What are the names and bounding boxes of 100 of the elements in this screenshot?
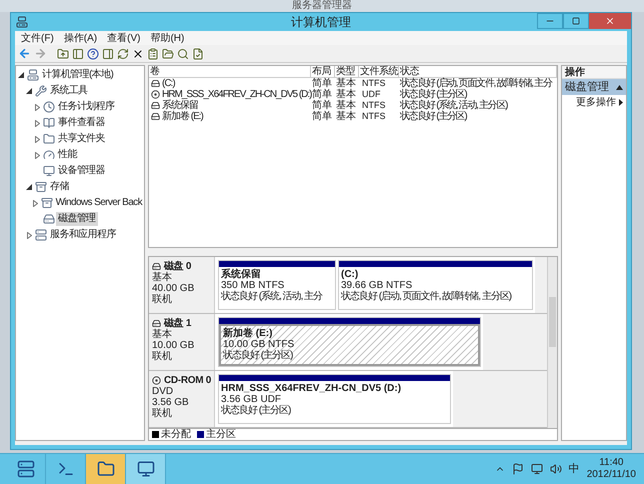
menu-item[interactable]: 查看(V) (103, 32, 144, 44)
collapse-arrow-icon[interactable] (18, 72, 24, 78)
back-arrow-icon[interactable] (18, 47, 31, 60)
volume-row[interactable]: 系统保留 简单 基本 NTFS 状态良好 (系统, 活动, 主分区) (149, 100, 557, 111)
monitor-icon (43, 165, 55, 177)
tree-item[interactable]: 系统工具 (48, 84, 90, 98)
volume-row[interactable]: (C:) 简单 基本 NTFS 状态良好 (启动, 页面文件, 故障转储, 主分 (149, 78, 557, 89)
table-cell-text: 基本 (335, 89, 357, 100)
disk-size: 40.00 GB (152, 283, 196, 294)
tree-item[interactable]: 计算机管理(本地) (40, 68, 116, 82)
volume-row[interactable]: 新加卷 (E:) 简单 基本 NTFS 状态良好 (主分区) (149, 111, 557, 122)
partition-block[interactable]: (C:) 39.66 GB NTFS 状态良好 (启动, 页面文件, 故障转储, 主分区) (338, 260, 533, 310)
expand-arrow-icon[interactable] (34, 120, 40, 126)
submenu-arrow-icon (619, 98, 623, 106)
disk-name: CD-ROM 0 (164, 375, 211, 386)
flag-icon[interactable] (512, 463, 524, 475)
tree-item[interactable]: 事件查看器 (56, 116, 108, 130)
table-cell-text: NTFS (361, 111, 386, 122)
partition-status: 状态良好 (主分区) (221, 405, 290, 416)
disk-status: 联机 (152, 351, 173, 362)
volume-row[interactable]: HRM_SSS_X64FREV_ZH-CN_DV5 (D:)简单 基本 UDF 状态良好 (主分区) (149, 89, 557, 100)
clock-icon (43, 101, 55, 113)
table-cell-text: 状态良好 (主分区) (399, 111, 468, 122)
folder-icon[interactable] (162, 48, 174, 60)
taskbar-button[interactable] (86, 454, 126, 484)
clock-time[interactable]: 11:40 (599, 457, 624, 469)
close-icon[interactable] (132, 48, 144, 60)
partition-block[interactable]: HRM_SSS_X64FREV_ZH-CN_DV5 (D:) 3.56 GB UDF 状态良好 (主分区) (218, 374, 451, 424)
partition-name: (C:) (341, 269, 360, 280)
partition-status: 状态良好 (主分区) (223, 350, 292, 361)
column-header[interactable]: 类型 (335, 66, 359, 77)
tree-item[interactable]: 存储 (48, 180, 71, 194)
column-header[interactable]: 状态 (399, 66, 557, 77)
disk-type: 基本 (152, 272, 173, 283)
terminal-icon (56, 460, 74, 478)
legend-label: 未分配 (161, 429, 191, 440)
network-icon[interactable] (530, 463, 543, 475)
search-icon[interactable] (177, 48, 189, 60)
collapse-arrow-icon[interactable] (26, 88, 32, 94)
disk-name: 磁盘 1 (164, 318, 192, 329)
column-header[interactable]: 布局 (311, 66, 335, 77)
disk-name: 磁盘 0 (164, 261, 192, 272)
column-header[interactable]: 卷 (149, 66, 311, 77)
table-cell-text: UDF (361, 89, 382, 100)
menu-item[interactable]: 帮助(H) (146, 32, 188, 44)
action-item[interactable]: 更多操作 (562, 95, 626, 109)
hard-drive-icon (43, 213, 55, 225)
tree-item[interactable]: 共享文件夹 (56, 132, 108, 146)
maximize-button[interactable] (563, 13, 589, 29)
taskbar-button[interactable] (126, 454, 166, 484)
panel-icon[interactable] (72, 48, 84, 60)
disk-type: DVD (152, 386, 174, 397)
background-window-title: 服务器管理器 (292, 0, 352, 11)
partition-size: 350 MB NTFS (221, 280, 286, 291)
partition-block[interactable]: 新加卷 (E:) 10.00 GB NTFS 状态良好 (主分区) (218, 317, 481, 367)
speaker-icon[interactable] (550, 463, 562, 475)
actions-header: 操作 (562, 66, 626, 79)
help-icon[interactable] (87, 48, 99, 60)
scrollbar[interactable] (547, 257, 557, 428)
collapse-arrow-icon[interactable] (26, 184, 32, 190)
computer-icon (27, 69, 39, 81)
partition-size: 10.00 GB NTFS (223, 339, 296, 350)
archive-icon (40, 197, 53, 209)
tree-item[interactable]: 服务和应用程序 (48, 228, 118, 242)
menu-item[interactable]: 操作(A) (60, 32, 102, 44)
tree-item[interactable]: 磁盘管理 (56, 212, 98, 226)
drive-icon (152, 262, 161, 271)
menu-item[interactable]: 文件(F) (17, 32, 58, 44)
collapse-arrow-icon[interactable] (616, 84, 623, 90)
expand-arrow-icon[interactable] (26, 232, 32, 238)
actions-section-header[interactable]: 磁盘管理 (562, 79, 626, 95)
expand-arrow-icon[interactable] (34, 152, 40, 158)
tree-item[interactable]: Windows Server Back (54, 196, 144, 210)
table-cell-text: 基本 (335, 78, 357, 89)
actions-section-title: 磁盘管理 (565, 80, 609, 95)
clock-date[interactable]: 2012/11/10 (586, 469, 636, 481)
expand-arrow-icon[interactable] (34, 136, 40, 142)
disk-status: 联机 (152, 294, 173, 305)
expand-arrow-icon[interactable] (33, 200, 38, 206)
disk-size: 3.56 GB (152, 397, 190, 408)
tree-item[interactable]: 任务计划程序 (56, 100, 116, 114)
expand-arrow-icon[interactable] (34, 104, 40, 110)
tree-item[interactable]: 性能 (56, 148, 79, 162)
close-icon (605, 16, 615, 26)
legend-label: 主分区 (206, 429, 236, 440)
window-title: 计算机管理 (291, 14, 351, 31)
gauge-icon (43, 149, 55, 161)
clipboard-icon[interactable] (147, 48, 159, 60)
drive-icon (151, 101, 160, 110)
table-cell: 新加卷 (E:) (162, 111, 203, 122)
tree-item[interactable]: 设备管理器 (56, 164, 108, 178)
document-check-icon[interactable] (192, 48, 204, 60)
partition-block[interactable]: 系统保留 350 MB NTFS 状态良好 (系统, 活动, 主分 (218, 260, 336, 310)
monitor-icon (136, 460, 154, 478)
input-method-indicator[interactable]: 中 (568, 460, 580, 478)
panel-icon[interactable] (102, 48, 114, 60)
refresh-icon[interactable] (117, 48, 129, 60)
drive-icon (151, 112, 160, 121)
folder-up-icon[interactable] (57, 48, 69, 60)
partition-name: HRM_SSS_X64FREV_ZH-CN_DV5 (D:) (221, 383, 402, 394)
